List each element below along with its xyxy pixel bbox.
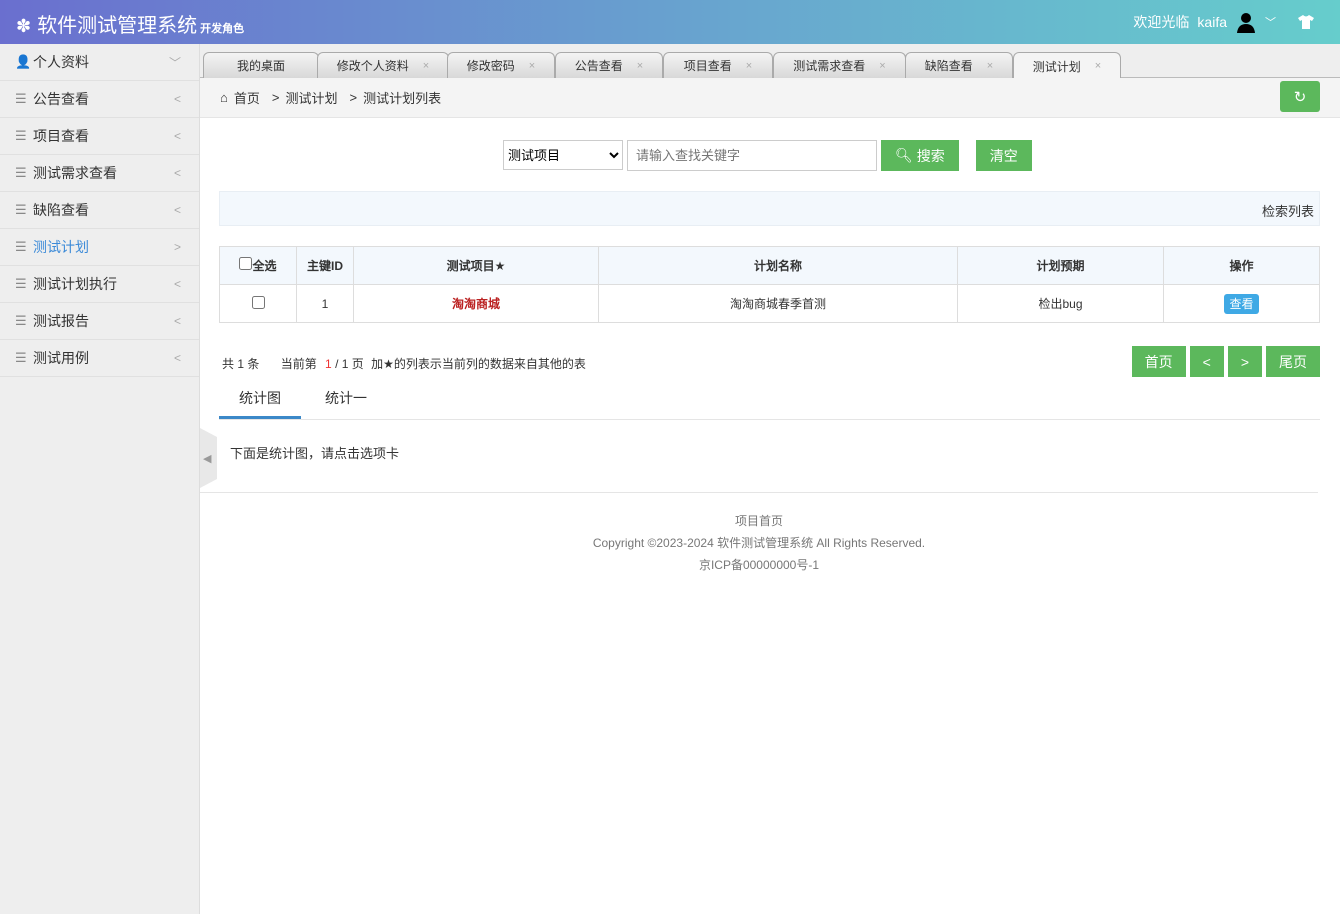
close-icon[interactable]: × <box>529 60 535 72</box>
chevron-icon: < <box>173 351 181 365</box>
close-icon[interactable]: × <box>879 60 885 72</box>
chevron-icon: < <box>173 166 181 180</box>
sidebar-item-reports[interactable]: ☰ 测试报告 < <box>0 303 199 340</box>
chevron-down-icon[interactable]: ﹀ <box>1265 14 1276 30</box>
username[interactable]: kaifa <box>1197 14 1227 30</box>
first-page-button[interactable]: 首页 <box>1131 346 1186 377</box>
tab-edit-profile[interactable]: 修改个人资料 × <box>317 52 449 78</box>
tab-bar: 我的桌面 修改个人资料 × 修改密码 × 公告查看 × 项目查看 × 测试需求查看 × 缺… <box>200 44 1340 79</box>
stats-note: 下面是统计图，请点击选项卡 <box>230 446 400 461</box>
search-input[interactable] <box>627 140 877 171</box>
sidebar-item-plan-execution[interactable]: ☰ 测试计划执行 < <box>0 266 199 303</box>
chevron-icon: > <box>173 240 181 254</box>
menu-icon: ☰ <box>15 239 27 254</box>
last-page-button[interactable]: 尾页 <box>1266 346 1320 377</box>
home-icon: ⌂ <box>220 90 228 105</box>
breadcrumb-list: 测试计划列表 <box>363 91 442 106</box>
collapse-sidebar-handle[interactable]: ◀ <box>200 428 217 488</box>
select-all-checkbox[interactable] <box>239 257 253 270</box>
sidebar: 👤 个人资料 ﹀ ☰ 公告查看 < ☰ 项目查看 < ☰ 测试需求查看 < ☰ 缺陷查看 < ☰ 测试… <box>0 44 200 914</box>
prev-page-button[interactable]: < <box>1189 346 1224 377</box>
icp-record: 京ICP备00000000号-1 <box>698 558 820 572</box>
footer: 项目首页 Copyright ©2023-2024 软件测试管理系统 All R… <box>200 510 1318 576</box>
footer-home-link[interactable]: 项目首页 <box>200 510 1318 532</box>
sidebar-item-profile[interactable]: 👤 个人资料 ﹀ <box>0 44 199 81</box>
chevron-icon: < <box>173 92 181 106</box>
tab-defects[interactable]: 缺陷查看 × <box>905 52 1013 78</box>
welcome-text: 欢迎光临 <box>1133 14 1190 30</box>
search-icon: 🔍︎ <box>895 147 913 163</box>
sidebar-item-requirements[interactable]: ☰ 测试需求查看 < <box>0 155 199 192</box>
copyright: Copyright ©2023-2024 软件测试管理系统 All Rights… <box>592 536 926 550</box>
close-icon[interactable]: × <box>1095 60 1101 72</box>
stats-tabs: 统计图 统计一 <box>219 380 1320 420</box>
chevron-icon: < <box>173 314 181 328</box>
tab-change-password[interactable]: 修改密码 × <box>447 52 555 78</box>
sidebar-item-projects[interactable]: ☰ 项目查看 < <box>0 118 199 155</box>
refresh-button[interactable]: ↻ <box>1280 81 1320 112</box>
top-header: ✽ 软件测试管理系统 开发角色 欢迎光临 kaifa ﹀ <box>0 0 1340 44</box>
user-icon: 👤 <box>15 54 32 69</box>
tab-desktop[interactable]: 我的桌面 <box>203 52 319 78</box>
tab-notices[interactable]: 公告查看 × <box>555 52 663 78</box>
close-icon[interactable]: × <box>746 60 752 72</box>
pagination: 首页 < > 尾页 <box>1131 346 1320 377</box>
tab-projects[interactable]: 项目查看 × <box>663 52 773 78</box>
sidebar-item-defects[interactable]: ☰ 缺陷查看 < <box>0 192 199 229</box>
menu-icon: ☰ <box>15 350 27 365</box>
project-link[interactable]: 淘淘商城 <box>353 284 599 323</box>
row-checkbox[interactable] <box>251 295 265 309</box>
list-header-bar: 检索列表 <box>219 191 1320 226</box>
menu-icon: ☰ <box>15 165 27 180</box>
breadcrumb-test-plan[interactable]: 测试计划 <box>285 88 337 107</box>
search-button[interactable]: 🔍︎ 搜索 <box>881 140 959 171</box>
pagination-info: 共 1 条 当前第 1 / 1 页 加★的列表示当前列的数据来自其他的表 <box>222 357 586 371</box>
caret-left-icon: ◀ <box>203 452 212 465</box>
breadcrumb-home[interactable]: 首页 <box>234 88 260 107</box>
tab-stats-one[interactable]: 统计一 <box>305 380 387 419</box>
chevron-icon: < <box>173 277 181 291</box>
table-row: 1 淘淘商城 淘淘商城春季首测 检出bug 查看 <box>219 284 1320 323</box>
role-label: 开发角色 <box>200 23 245 35</box>
user-avatar-icon[interactable] <box>1235 11 1257 33</box>
close-icon[interactable]: × <box>987 60 993 72</box>
sidebar-item-notices[interactable]: ☰ 公告查看 < <box>0 81 199 118</box>
menu-icon: ☰ <box>15 91 27 106</box>
data-table: 全选 主键ID 测试项目★ 计划名称 计划预期 操作 1 淘淘商城 淘淘商城春季… <box>219 246 1320 323</box>
breadcrumb: ⌂ 首页 > 测试计划 > 测试计划列表 ↻ <box>200 78 1340 118</box>
tab-requirements[interactable]: 测试需求查看 × <box>773 52 906 78</box>
chevron-icon: < <box>173 203 181 217</box>
refresh-icon: ↻ <box>1293 88 1307 106</box>
divider <box>200 492 1318 493</box>
next-page-button[interactable]: > <box>1227 346 1262 377</box>
app-logo: ✽ 软件测试管理系统 开发角色 <box>16 9 244 38</box>
close-icon[interactable]: × <box>423 60 429 72</box>
chevron-icon: ﹀ <box>168 55 181 70</box>
gear-icon: ✽ <box>16 16 32 36</box>
table-header: 全选 主键ID 测试项目★ 计划名称 计划预期 操作 <box>219 246 1320 285</box>
menu-icon: ☰ <box>15 313 27 328</box>
select-all-header[interactable]: 全选 <box>219 246 297 285</box>
tab-chart[interactable]: 统计图 <box>219 380 301 419</box>
menu-icon: ☰ <box>15 276 27 291</box>
tab-test-plan[interactable]: 测试计划 × <box>1013 52 1121 79</box>
menu-icon: ☰ <box>15 202 27 217</box>
app-title: 软件测试管理系统 <box>37 15 198 37</box>
chevron-icon: < <box>173 129 181 143</box>
view-button[interactable]: 查看 <box>1224 294 1259 314</box>
sidebar-item-test-cases[interactable]: ☰ 测试用例 < <box>0 340 199 377</box>
theme-shirt-icon[interactable] <box>1298 15 1314 29</box>
search-field-select[interactable]: 测试项目 <box>503 140 623 170</box>
search-bar: 测试项目 🔍︎搜索 清空 <box>503 140 1032 171</box>
menu-icon: ☰ <box>15 128 27 143</box>
clear-button[interactable]: 清空 <box>975 140 1032 171</box>
sidebar-item-test-plan[interactable]: ☰ 测试计划 > <box>0 229 199 266</box>
close-icon[interactable]: × <box>637 60 643 72</box>
